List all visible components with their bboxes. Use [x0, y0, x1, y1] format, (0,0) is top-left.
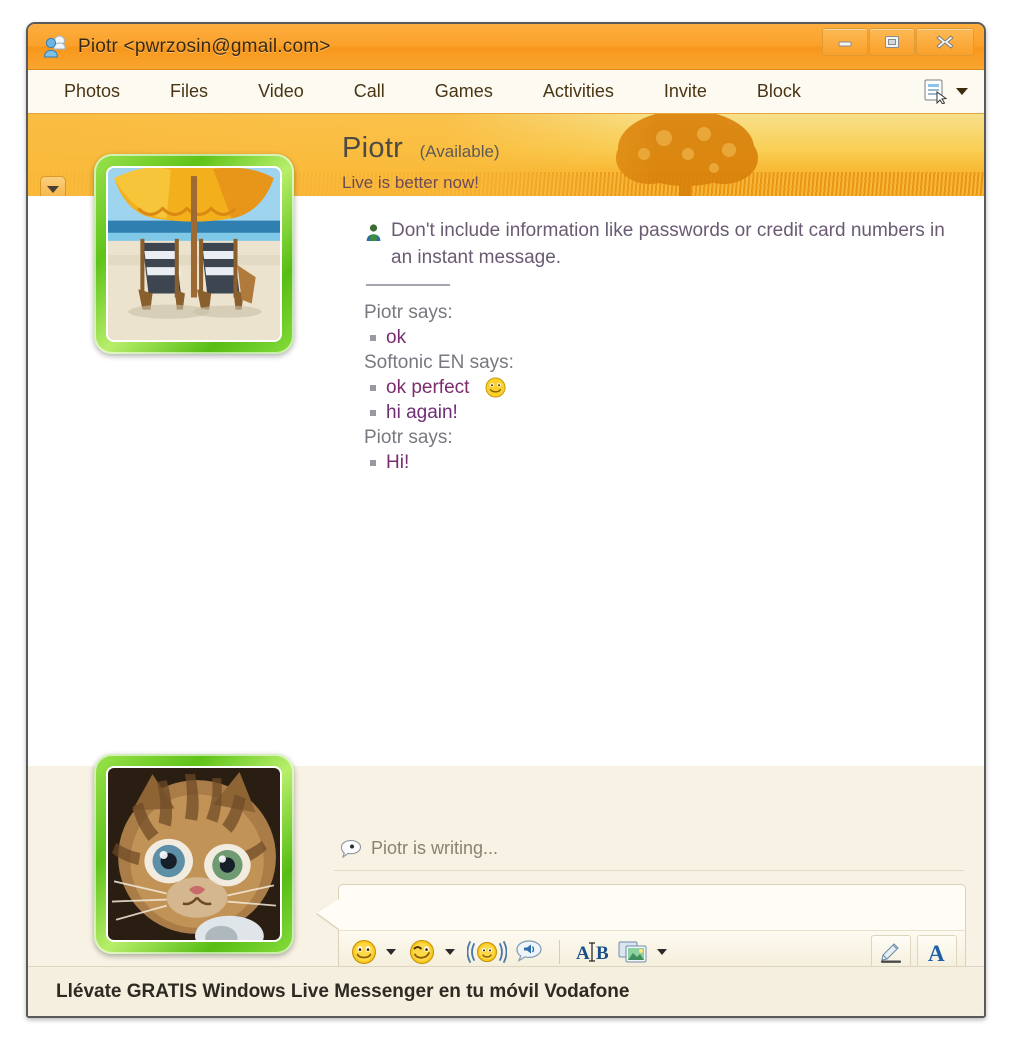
menu-item-games[interactable]: Games [425, 77, 503, 106]
self-display-picture[interactable] [94, 754, 294, 954]
font-button[interactable]: A [917, 935, 957, 969]
beach-umbrella-chairs-photo [106, 166, 282, 342]
message-input-bubble[interactable] [317, 884, 966, 930]
menu-item-block[interactable]: Block [747, 77, 811, 106]
bubble-tail [317, 899, 339, 929]
nudge-shaking-face-icon [467, 941, 507, 963]
maximize-button[interactable] [869, 28, 915, 56]
message-group: Piotr says: ok [364, 302, 958, 349]
chevron-down-icon [956, 87, 968, 95]
typing-indicator: Piotr is writing... [340, 838, 498, 859]
menu-item-photos[interactable]: Photos [54, 77, 130, 106]
contact-info: Piotr (Available) Live is better now! [342, 132, 500, 193]
window-title: Piotr <pwrzosin@gmail.com> [78, 35, 331, 57]
bullet-icon [370, 409, 376, 416]
menu-item-files[interactable]: Files [160, 77, 218, 106]
svg-text:A: A [928, 941, 945, 964]
messenger-conversation-window: Piotr <pwrzosin@gmail.com> Photos Files … [26, 22, 986, 1018]
close-icon [936, 35, 954, 49]
bullet-icon [370, 384, 376, 391]
divider [366, 283, 450, 286]
smiley-face-icon [352, 940, 376, 964]
advertisement-text: Llévate GRATIS Windows Live Messenger en… [56, 980, 630, 1002]
advertisement-banner[interactable]: Llévate GRATIS Windows Live Messenger en… [28, 966, 984, 1016]
nudge-button[interactable] [463, 934, 511, 970]
background-button[interactable] [614, 934, 652, 970]
typing-indicator-text: Piotr is writing... [371, 838, 499, 858]
contact-people-icon [43, 35, 66, 57]
security-shield-person-icon [366, 224, 381, 241]
message-line: Hi! [370, 452, 958, 474]
message-text: ok perfect [386, 376, 470, 398]
photo-background-icon [618, 941, 647, 963]
message-text: hi again! [386, 401, 458, 423]
toolbar-divider [559, 940, 560, 964]
handwriting-button[interactable] [871, 935, 911, 969]
security-warning: Don't include information like passwords… [364, 218, 958, 272]
wink-button[interactable] [404, 934, 440, 970]
font-letter-a-icon: A [928, 941, 945, 964]
menu-overflow-group[interactable] [922, 78, 968, 104]
message-text: Hi! [386, 451, 410, 473]
title-bar: Piotr <pwrzosin@gmail.com> [28, 24, 984, 70]
message-line: ok [370, 327, 958, 349]
message-input[interactable] [349, 891, 955, 924]
minimize-button[interactable] [822, 28, 868, 56]
personal-message: Live is better now! [342, 173, 480, 192]
contact-name: Piotr [342, 132, 404, 164]
pen-handwriting-icon [881, 943, 901, 963]
contact-display-picture[interactable] [94, 154, 294, 354]
message-text: ok [386, 326, 407, 348]
message-line: hi again! [370, 402, 958, 424]
chevron-down-icon[interactable] [445, 949, 455, 955]
menu-item-video[interactable]: Video [248, 77, 314, 106]
minimize-icon [838, 41, 852, 47]
chevron-down-icon[interactable] [657, 949, 667, 955]
bullet-icon [370, 334, 376, 341]
show-menu-icon [924, 79, 948, 104]
ab-text-cursor-icon: A B [576, 942, 609, 964]
menu-item-invite[interactable]: Invite [654, 77, 717, 106]
window-controls [822, 28, 974, 56]
chevron-down-icon[interactable] [386, 949, 396, 955]
voice-clip-speaker-icon [516, 940, 542, 962]
message-line: ok perfect [370, 377, 958, 399]
kitten-photo [106, 766, 282, 942]
text-select-button[interactable]: A B [572, 934, 614, 970]
voice-clip-button[interactable] [511, 934, 547, 970]
menu-bar: Photos Files Video Call Games Activities… [28, 70, 984, 114]
bullet-icon [370, 459, 376, 466]
message-speaker: Piotr says: [364, 426, 453, 448]
security-warning-text: Don't include information like passwords… [391, 220, 945, 268]
message-speaker: Softonic EN says: [364, 351, 514, 373]
speech-bubble-icon [340, 839, 362, 858]
emoticon-button[interactable] [347, 934, 381, 970]
message-group: Piotr says: Hi! [364, 427, 958, 474]
svg-text:A: A [576, 943, 590, 964]
svg-text:B: B [596, 943, 609, 964]
smiley-face-icon [485, 377, 506, 398]
status-badge: (Available) [419, 142, 500, 161]
chevron-down-icon [47, 185, 59, 193]
maximize-icon [885, 36, 899, 48]
menu-item-activities[interactable]: Activities [533, 77, 624, 106]
divider [334, 870, 964, 871]
conversation-history[interactable]: Don't include information like passwords… [336, 196, 984, 766]
message-group: Softonic EN says: ok perfect hi again! [364, 352, 958, 424]
winking-face-icon [410, 940, 434, 964]
menu-item-call[interactable]: Call [344, 77, 395, 106]
close-button[interactable] [916, 28, 974, 56]
message-speaker: Piotr says: [364, 301, 453, 323]
